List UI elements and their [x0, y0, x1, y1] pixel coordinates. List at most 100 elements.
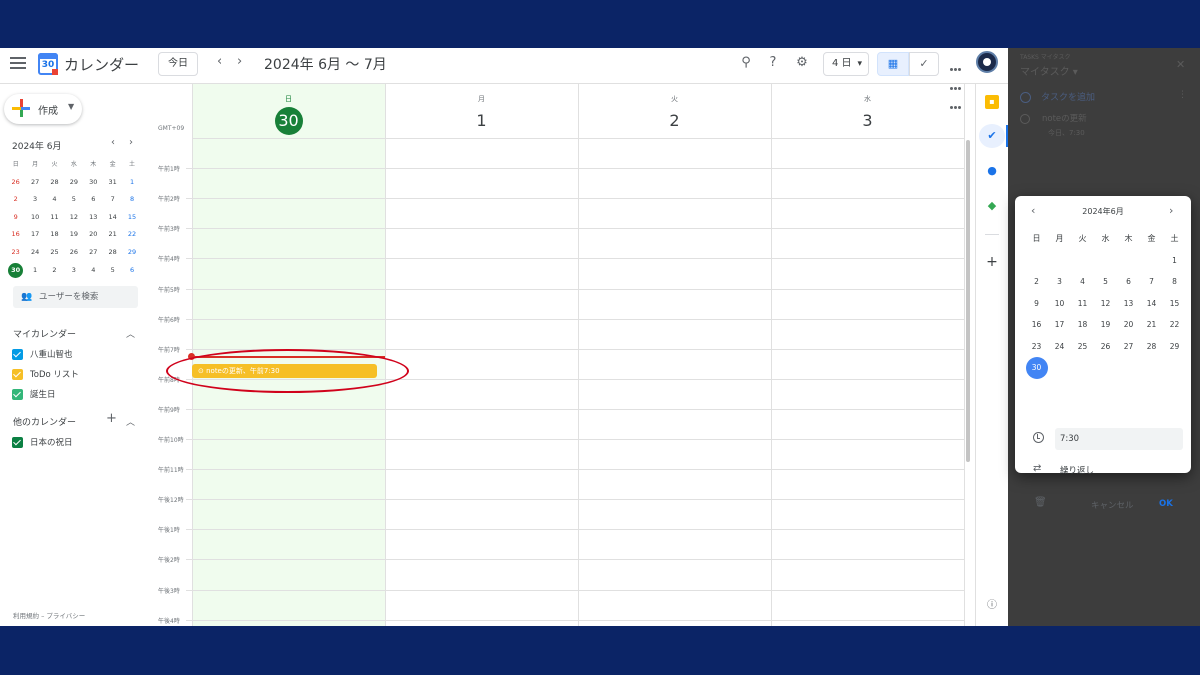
apps-grid-icon[interactable] [950, 57, 964, 109]
mini-day[interactable]: 30 [84, 174, 103, 192]
picker-day[interactable]: 24 [1048, 336, 1071, 358]
mini-day[interactable]: 3 [25, 191, 44, 209]
day-header[interactable]: 火2 [578, 84, 771, 139]
picker-day[interactable]: 7 [1140, 271, 1163, 293]
chevron-up-icon[interactable]: ︿ [126, 327, 135, 340]
picker-day[interactable]: 26 [1094, 336, 1117, 358]
view-select[interactable]: 4 日 [823, 52, 869, 76]
other-calendars-title[interactable]: 他のカレンダー [13, 415, 76, 428]
picker-day[interactable]: 17 [1048, 314, 1071, 336]
mini-next-icon[interactable]: › [129, 137, 133, 148]
time-input[interactable]: 7:30 [1055, 428, 1183, 450]
picker-day[interactable]: 15 [1163, 293, 1186, 315]
mini-prev-icon[interactable]: ‹ [111, 137, 115, 148]
task-complete-icon[interactable] [1020, 113, 1030, 124]
mini-day[interactable]: 24 [25, 244, 44, 262]
picker-day[interactable]: 8 [1163, 271, 1186, 293]
mini-day[interactable]: 1 [122, 174, 141, 192]
picker-day[interactable]: 14 [1140, 293, 1163, 315]
info-icon[interactable]: ⓘ [985, 599, 999, 613]
create-button[interactable]: 作成 ▼ [4, 94, 82, 124]
mini-day[interactable]: 2 [45, 262, 64, 280]
repeat-select[interactable]: 繰り返し [1060, 464, 1094, 476]
calendar-view-toggle[interactable]: ▦ [877, 52, 909, 76]
checkbox-icon[interactable] [12, 437, 23, 448]
mini-day[interactable]: 7 [103, 191, 122, 209]
mini-day[interactable]: 23 [6, 244, 25, 262]
mini-day[interactable]: 25 [45, 244, 64, 262]
picker-day[interactable]: 25 [1071, 336, 1094, 358]
mini-day[interactable]: 21 [103, 226, 122, 244]
mini-day[interactable]: 5 [64, 191, 83, 209]
picker-day[interactable]: 9 [1025, 293, 1048, 315]
picker-day[interactable]: 18 [1071, 314, 1094, 336]
mini-day[interactable]: 4 [45, 191, 64, 209]
plus-icon[interactable]: + [985, 255, 999, 269]
mini-day[interactable]: 26 [6, 174, 25, 192]
chevron-left-icon[interactable]: ‹ [217, 54, 222, 69]
picker-day[interactable]: 28 [1140, 336, 1163, 358]
keep-icon[interactable]: ▪ [985, 95, 999, 109]
picker-day[interactable]: 11 [1071, 293, 1094, 315]
mini-day[interactable]: 9 [6, 209, 25, 227]
mini-day[interactable]: 5 [103, 262, 122, 280]
cancel-button[interactable]: キャンセル [1091, 499, 1134, 511]
calendar-item[interactable]: 八重山智也 [12, 349, 73, 363]
mini-day[interactable]: 4 [84, 262, 103, 280]
mini-day[interactable]: 14 [103, 209, 122, 227]
chevron-right-icon[interactable]: › [1169, 204, 1173, 217]
picker-day[interactable]: 16 [1025, 314, 1048, 336]
mini-day[interactable]: 19 [64, 226, 83, 244]
contacts-icon[interactable]: ● [985, 164, 999, 178]
gear-icon[interactable]: ⚙ [794, 55, 810, 71]
task-item[interactable]: noteの更新 [1020, 112, 1087, 124]
more-icon[interactable]: ⋮ [1178, 90, 1187, 100]
mini-day[interactable]: 8 [122, 191, 141, 209]
day-number[interactable]: 2 [661, 107, 689, 135]
picker-day[interactable]: 19 [1094, 314, 1117, 336]
mini-day[interactable]: 2 [6, 191, 25, 209]
trash-icon[interactable]: 🗑 [1034, 497, 1047, 508]
picker-day[interactable]: 2 [1025, 271, 1048, 293]
mini-day[interactable]: 29 [64, 174, 83, 192]
avatar[interactable] [976, 51, 998, 73]
mini-day[interactable]: 13 [84, 209, 103, 227]
chevron-up-icon[interactable]: ︿ [126, 415, 135, 428]
day-header[interactable]: 月1 [385, 84, 578, 139]
picker-day[interactable]: 27 [1117, 336, 1140, 358]
mini-day[interactable]: 28 [45, 174, 64, 192]
checkbox-icon[interactable] [12, 349, 23, 360]
search-icon[interactable]: ⚲ [738, 55, 754, 71]
footer-links[interactable]: 利用規約 – プライバシー [13, 610, 85, 620]
picker-day[interactable]: 10 [1048, 293, 1071, 315]
maps-icon[interactable]: ◆ [985, 199, 999, 213]
mini-day[interactable]: 6 [84, 191, 103, 209]
mini-day[interactable]: 20 [84, 226, 103, 244]
mini-day[interactable]: 11 [45, 209, 64, 227]
mini-day[interactable]: 6 [122, 262, 141, 280]
chevron-right-icon[interactable]: › [237, 54, 242, 69]
calendar-item[interactable]: 誕生日 [12, 389, 56, 403]
day-header[interactable]: 日 30 [192, 84, 385, 139]
picker-day[interactable]: 29 [1163, 336, 1186, 358]
tasks-list-select[interactable]: マイタスク ▾ [1020, 63, 1078, 78]
people-search-input[interactable]: 👥 ユーザーを検索 [13, 286, 138, 308]
mini-day[interactable]: 10 [25, 209, 44, 227]
picker-day[interactable]: 5 [1094, 271, 1117, 293]
add-calendar-icon[interactable]: + [106, 411, 117, 426]
picker-day[interactable]: 3 [1048, 271, 1071, 293]
add-task-button[interactable]: タスクを追加 [1020, 90, 1095, 103]
mini-day[interactable]: 31 [103, 174, 122, 192]
picker-day[interactable]: 20 [1117, 314, 1140, 336]
close-icon[interactable]: ✕ [1176, 58, 1185, 71]
checkbox-icon[interactable] [12, 389, 23, 400]
ok-button[interactable]: OK [1159, 499, 1173, 509]
mini-day[interactable]: 12 [64, 209, 83, 227]
mini-day[interactable]: 30 [6, 262, 25, 280]
mini-day[interactable]: 29 [122, 244, 141, 262]
checkbox-icon[interactable] [12, 369, 23, 380]
picker-day[interactable]: 4 [1071, 271, 1094, 293]
day-header[interactable]: 水3 [771, 84, 964, 139]
tasks-view-toggle[interactable]: ✓ [909, 52, 939, 76]
mini-day[interactable]: 27 [25, 174, 44, 192]
